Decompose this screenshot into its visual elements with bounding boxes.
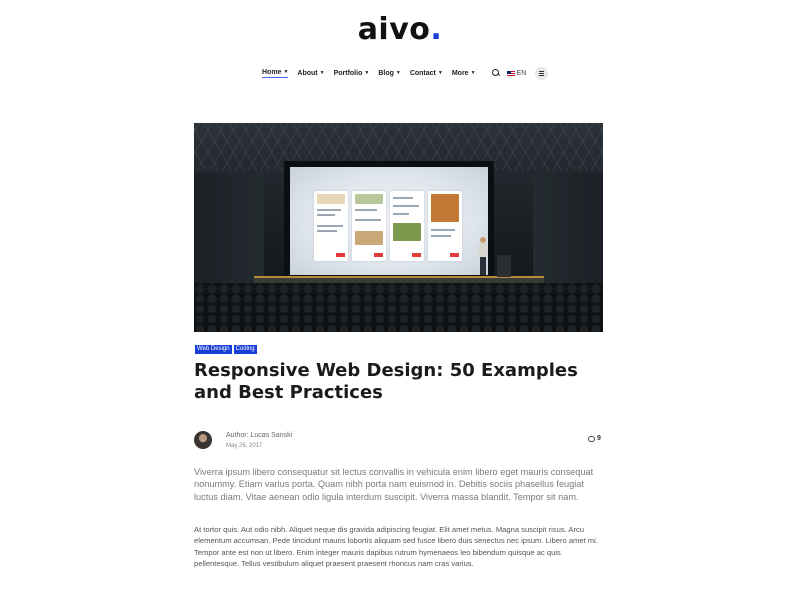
post-title: Responsive Web Design: 50 Examples and B… xyxy=(194,360,578,403)
tag-coding[interactable]: Coding xyxy=(233,345,257,354)
chevron-down-icon: ▼ xyxy=(319,70,325,76)
post-tags: Web Design Coding xyxy=(195,345,257,354)
comments-count: 9 xyxy=(597,435,601,442)
comments-link[interactable]: 9 xyxy=(588,435,601,442)
nav-label: About xyxy=(297,69,318,77)
nav-item-portfolio[interactable]: Portfolio ▼ xyxy=(334,70,370,77)
search-icon[interactable] xyxy=(491,68,501,78)
logo-dot: . xyxy=(430,12,443,47)
comment-icon xyxy=(588,435,595,442)
chevron-down-icon: ▼ xyxy=(364,70,370,76)
post-lead-paragraph: Viverra ipsum libero consequatur sit lec… xyxy=(194,467,594,502)
speaker-figure xyxy=(479,237,487,277)
nav-label: More xyxy=(451,69,469,77)
nav-item-more[interactable]: More ▼ xyxy=(452,70,476,77)
logo-text: aivo xyxy=(357,12,431,47)
nav-label: Portfolio xyxy=(333,69,363,77)
chevron-down-icon: ▼ xyxy=(395,70,401,76)
chevron-down-icon: ▼ xyxy=(437,70,443,76)
site-logo[interactable]: aivo. xyxy=(0,12,800,47)
featured-image[interactable] xyxy=(194,123,603,332)
post-author[interactable]: Author: Lucas Sanski xyxy=(226,432,292,439)
nav-item-about[interactable]: About ▼ xyxy=(297,70,324,77)
chevron-down-icon: ▼ xyxy=(283,69,289,75)
chevron-down-icon: ▼ xyxy=(470,70,476,76)
nav-label: Blog xyxy=(378,69,394,77)
post-body-paragraph: At tortor quis. Aut odio nibh. Aliquet n… xyxy=(194,525,598,569)
language-switcher[interactable]: EN xyxy=(506,69,527,77)
avatar[interactable] xyxy=(194,431,212,449)
tag-web-design[interactable]: Web Design xyxy=(195,345,232,354)
main-nav: Home ▼ About ▼ Portfolio ▼ Blog ▼ Contact ▼ M… xyxy=(262,66,549,80)
nav-label: Home xyxy=(262,68,282,76)
hamburger-icon[interactable] xyxy=(535,66,549,80)
nav-item-blog[interactable]: Blog ▼ xyxy=(378,70,401,77)
language-label: EN xyxy=(516,69,527,77)
uk-flag-icon xyxy=(506,70,515,76)
nav-label: Contact xyxy=(409,69,436,77)
post-date: May 26, 2017 xyxy=(226,443,263,449)
nav-item-home[interactable]: Home ▼ xyxy=(262,68,289,78)
projection-screen xyxy=(290,167,488,275)
nav-item-contact[interactable]: Contact ▼ xyxy=(410,70,443,77)
audience xyxy=(194,283,603,332)
